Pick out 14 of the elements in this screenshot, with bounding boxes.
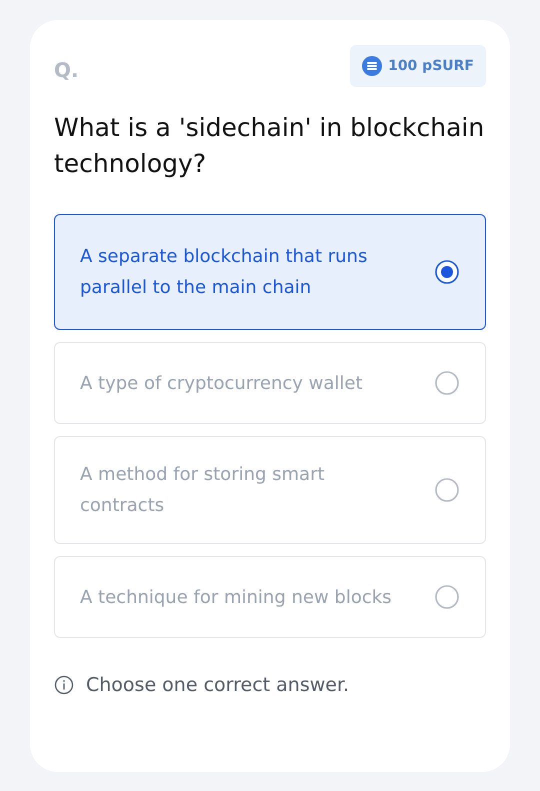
question-label: Q. bbox=[54, 58, 79, 82]
question-text: What is a 'sidechain' in blockchain technology? bbox=[54, 112, 486, 180]
info-icon bbox=[54, 675, 74, 695]
answer-option[interactable]: A method for storing smart contracts bbox=[54, 436, 486, 544]
radio-button[interactable] bbox=[435, 260, 459, 284]
reward-amount: 100 pSURF bbox=[388, 58, 474, 74]
coin-icon bbox=[362, 56, 382, 76]
answer-option[interactable]: A separate blockchain that runs parallel to the main chain bbox=[54, 214, 486, 330]
radio-button[interactable] bbox=[435, 585, 459, 609]
radio-button[interactable] bbox=[435, 478, 459, 502]
answer-option[interactable]: A type of cryptocurrency wallet bbox=[54, 342, 486, 424]
hint-text: Choose one correct answer. bbox=[86, 674, 350, 696]
radio-button[interactable] bbox=[435, 371, 459, 395]
answer-option[interactable]: A technique for mining new blocks bbox=[54, 556, 486, 638]
